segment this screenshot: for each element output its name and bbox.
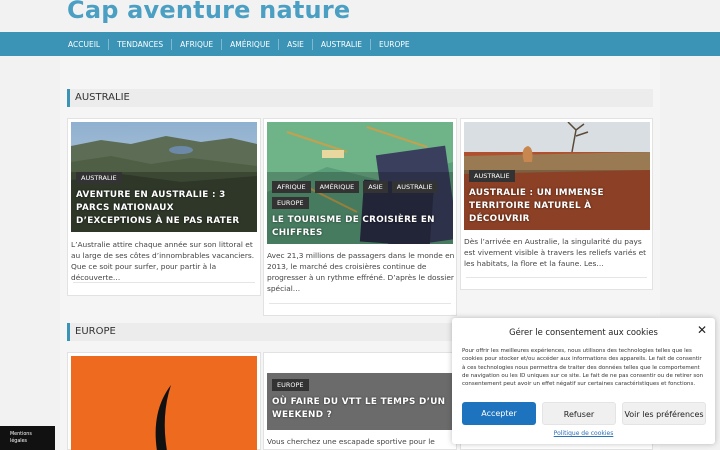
preferences-button[interactable]: Voir les préférences	[622, 402, 706, 425]
post-card: EUROPE OÙ FAIRE DU VTT LE TEMPS D’UN WEE…	[263, 352, 457, 450]
cookie-title: Gérer le consentement aux cookies	[509, 327, 658, 337]
nav-item-afrique[interactable]: AFRIQUE	[171, 38, 221, 50]
cookie-description: Pour offrir les meilleures expériences, …	[462, 348, 704, 388]
post-title[interactable]: LE TOURISME DE CROISIÈRE EN CHIFFRES	[272, 214, 448, 240]
post-card: AFRIQUE AMÉRIQUE ASIE AUSTRALIE EUROPE L…	[263, 118, 457, 316]
legal-line-2: légales	[10, 439, 28, 444]
post-title[interactable]: OÙ FAIRE DU VTT LE TEMPS D’UN WEEKEND ?	[272, 396, 448, 422]
category-badge[interactable]: EUROPE	[272, 379, 309, 391]
post-thumbnail[interactable]: EUROPE OÙ FAIRE DU VTT LE TEMPS D’UN WEE…	[267, 373, 453, 430]
nav-item-accueil[interactable]: ACCUEIL	[60, 39, 108, 50]
card-overlay: AUSTRALIE AUSTRALIE : UN IMMENSE TERRITO…	[464, 170, 650, 230]
category-badge[interactable]: AFRIQUE	[272, 181, 311, 193]
category-list: AFRIQUE AMÉRIQUE ASIE AUSTRALIE EUROPE	[272, 181, 448, 209]
category-badge[interactable]: EUROPE	[272, 197, 309, 209]
site-title[interactable]: Cap aventure nature	[67, 0, 350, 24]
category-list: AUSTRALIE	[76, 172, 252, 184]
section-heading-australie[interactable]: AUSTRALIE	[67, 89, 653, 107]
post-card: AUSTRALIE AVENTURE EN AUSTRALIE : 3 PARC…	[67, 118, 261, 296]
post-thumbnail[interactable]	[71, 356, 257, 450]
legal-notice-link[interactable]: Mentions légales	[0, 426, 55, 450]
nav-item-australie[interactable]: AUSTRALIE	[311, 38, 370, 50]
category-badge[interactable]: ASIE	[363, 181, 388, 193]
post-card: AUSTRALIE AUSTRALIE : UN IMMENSE TERRITO…	[460, 118, 653, 290]
card-overlay: AFRIQUE AMÉRIQUE ASIE AUSTRALIE EUROPE L…	[267, 181, 453, 244]
post-excerpt: Dès l’arrivée en Australie, la singulari…	[464, 237, 647, 268]
card-divider	[73, 282, 255, 283]
post-card	[67, 352, 261, 450]
main-nav: ACCUEIL TENDANCES AFRIQUE AMÉRIQUE ASIE …	[0, 32, 720, 56]
cookie-policy-link[interactable]: Politique de cookies	[452, 430, 715, 437]
nav-item-asie[interactable]: ASIE	[278, 38, 312, 50]
category-badge[interactable]: AUSTRALIE	[76, 172, 122, 184]
post-thumbnail[interactable]: AUSTRALIE AVENTURE EN AUSTRALIE : 3 PARC…	[71, 122, 257, 232]
post-thumbnail[interactable]: AFRIQUE AMÉRIQUE ASIE AUSTRALIE EUROPE L…	[267, 122, 453, 244]
close-icon[interactable]: ✕	[697, 324, 707, 336]
card-divider	[269, 303, 451, 304]
post-excerpt: Vous cherchez une escapade sportive pour…	[267, 437, 435, 446]
orange-silhouette-photo	[71, 356, 257, 450]
post-title[interactable]: AVENTURE EN AUSTRALIE : 3 PARCS NATIONAU…	[76, 189, 252, 228]
post-title[interactable]: AUSTRALIE : UN IMMENSE TERRITOIRE NATURE…	[469, 187, 645, 226]
category-badge[interactable]: AUSTRALIE	[391, 181, 438, 193]
nav-item-europe[interactable]: EUROPE	[370, 38, 418, 50]
cookie-consent-banner: Gérer le consentement aux cookies ✕ Pour…	[452, 318, 715, 444]
post-excerpt: Avec 21,3 millions de passagers dans le …	[267, 251, 455, 293]
card-overlay: EUROPE OÙ FAIRE DU VTT LE TEMPS D’UN WEE…	[267, 379, 453, 426]
legal-line-1: Mentions	[10, 432, 32, 437]
category-list: EUROPE	[272, 379, 448, 391]
accept-button[interactable]: Accepter	[462, 402, 536, 425]
post-excerpt: L’Australie attire chaque année sur son …	[71, 240, 255, 282]
card-overlay: AUSTRALIE AVENTURE EN AUSTRALIE : 3 PARC…	[71, 172, 257, 232]
card-divider	[466, 277, 647, 278]
refuse-button[interactable]: Refuser	[542, 402, 616, 425]
category-badge[interactable]: AUSTRALIE	[469, 170, 515, 182]
nav-item-tendances[interactable]: TENDANCES	[108, 38, 171, 50]
category-badge[interactable]: AMÉRIQUE	[314, 181, 360, 193]
post-thumbnail[interactable]: AUSTRALIE AUSTRALIE : UN IMMENSE TERRITO…	[464, 122, 650, 230]
category-list: AUSTRALIE	[469, 170, 645, 182]
nav-item-amerique[interactable]: AMÉRIQUE	[221, 38, 278, 50]
